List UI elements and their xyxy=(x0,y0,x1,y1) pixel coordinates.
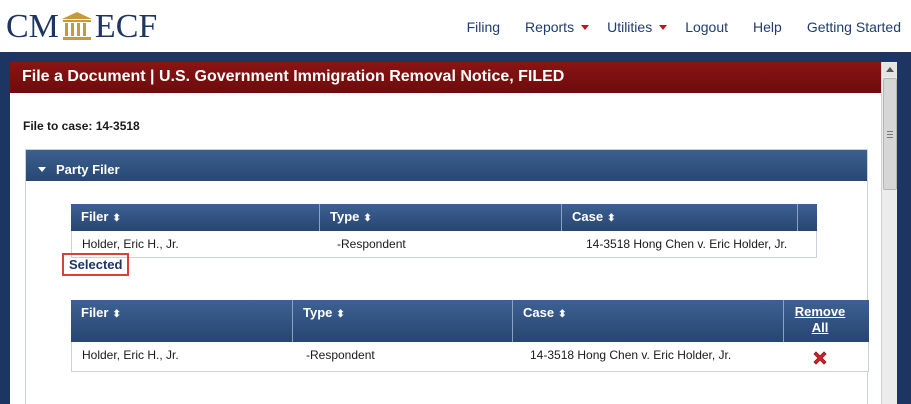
column-header-filer[interactable]: Filer ⬍ xyxy=(71,300,293,342)
red-x-icon[interactable] xyxy=(811,349,829,367)
scroll-up-arrow-icon[interactable] xyxy=(883,63,897,77)
content-panel: File a Document | U.S. Government Immigr… xyxy=(10,62,881,404)
column-header-type[interactable]: Type ⬍ xyxy=(320,204,562,231)
selected-table-header: Filer ⬍ Type ⬍ Case ⬍ Remove All xyxy=(71,300,869,342)
menu-help[interactable]: Help xyxy=(753,19,782,35)
menu-getting-started[interactable]: Getting Started xyxy=(807,19,901,35)
filer-table-header: Filer ⬍ Type ⬍ Case ⬍ xyxy=(71,204,817,231)
cell-filer: Holder, Eric H., Jr. xyxy=(82,237,179,251)
selected-label: Selected xyxy=(62,253,130,276)
remove-all-line1: Remove xyxy=(794,304,846,319)
cmecf-logo[interactable]: CM ECF xyxy=(6,8,158,45)
top-navigation-bar: CM ECF Filing Reports Utilities Logout H… xyxy=(0,0,911,52)
cell-case: 14-3518 Hong Chen v. Eric Holder, Jr. xyxy=(530,348,732,362)
menu-help-label: Help xyxy=(753,19,782,35)
column-header-filer[interactable]: Filer ⬍ xyxy=(71,204,320,231)
cell-case: 14-3518 Hong Chen v. Eric Holder, Jr. xyxy=(586,237,788,251)
file-to-case-label: File to case: 14-3518 xyxy=(23,119,140,133)
page-title: File a Document | U.S. Government Immigr… xyxy=(10,62,881,93)
sort-icon: ⬍ xyxy=(112,309,121,320)
sort-icon: ⬍ xyxy=(336,309,345,320)
scroll-thumb[interactable] xyxy=(883,78,897,190)
column-header-label: Case xyxy=(523,305,555,320)
column-header-label: Type xyxy=(303,305,333,320)
party-filer-header[interactable]: Party Filer xyxy=(26,150,867,181)
triangle-down-icon xyxy=(38,167,46,172)
caret-down-icon xyxy=(581,25,590,30)
menu-reports[interactable]: Reports xyxy=(525,19,590,35)
sort-icon: ⬍ xyxy=(363,213,372,224)
filer-table: Filer ⬍ Type ⬍ Case ⬍ Holder, Eric H., Jr. … xyxy=(71,204,817,258)
table-row[interactable]: Holder, Eric H., Jr. -Respondent 14-3518… xyxy=(71,231,817,258)
menu-filing[interactable]: Filing xyxy=(467,19,500,35)
logo-text-left: CM xyxy=(6,8,59,45)
sort-icon: ⬍ xyxy=(558,309,567,320)
column-header-case[interactable]: Case ⬍ xyxy=(562,204,798,231)
logo-text-right: ECF xyxy=(94,8,158,45)
menu-filing-label: Filing xyxy=(466,19,501,35)
party-filer-panel: Party Filer Filer ⬍ Type ⬍ Case ⬍ Holder, E… xyxy=(25,149,869,404)
menu-reports-label: Reports xyxy=(525,19,575,35)
column-header-type[interactable]: Type ⬍ xyxy=(293,300,513,342)
menu-utilities-label: Utilities xyxy=(607,19,653,35)
column-header-label: Filer xyxy=(81,209,109,224)
column-header-case[interactable]: Case ⬍ xyxy=(513,300,784,342)
cell-type: -Respondent xyxy=(306,348,375,362)
column-header-label: Case xyxy=(572,209,604,224)
party-filer-title: Party Filer xyxy=(56,162,120,177)
main-menu: Filing Reports Utilities Logout Help Get… xyxy=(442,19,901,35)
remove-all-line2: All xyxy=(811,320,829,335)
vertical-scrollbar[interactable] xyxy=(881,62,897,404)
table-row[interactable]: Holder, Eric H., Jr. -Respondent 14-3518… xyxy=(71,342,869,372)
column-header-label: Filer xyxy=(81,305,109,320)
cell-filer: Holder, Eric H., Jr. xyxy=(82,348,179,362)
menu-logout-label: Logout xyxy=(685,19,729,35)
grip-icon xyxy=(887,131,893,138)
selected-table: Filer ⬍ Type ⬍ Case ⬍ Remove All Holder, Er… xyxy=(71,300,869,372)
menu-utilities[interactable]: Utilities xyxy=(607,19,668,35)
caret-down-icon xyxy=(659,25,668,30)
column-header-label: Type xyxy=(330,209,360,224)
remove-all-link[interactable]: Remove All xyxy=(784,304,856,336)
menu-logout[interactable]: Logout xyxy=(685,19,728,35)
sort-icon: ⬍ xyxy=(112,213,121,224)
cell-type: -Respondent xyxy=(337,237,406,251)
courthouse-pillar-icon xyxy=(61,12,92,40)
menu-getting-started-label: Getting Started xyxy=(806,19,901,35)
sort-icon: ⬍ xyxy=(607,213,616,224)
